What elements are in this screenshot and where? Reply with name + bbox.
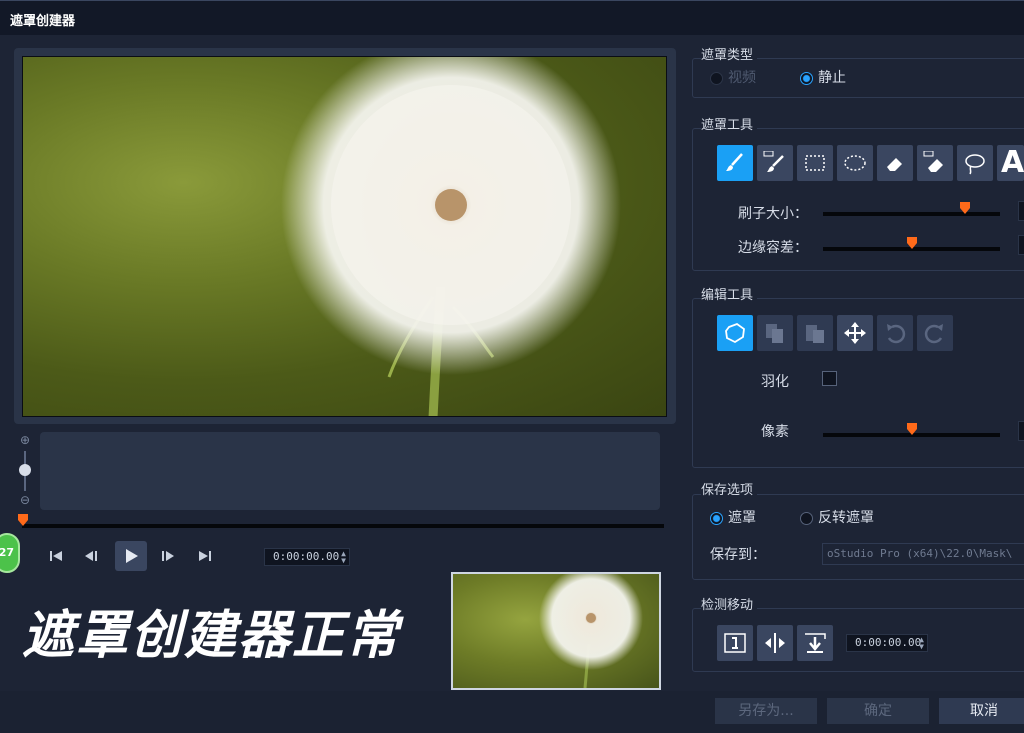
detect-motion-timecode[interactable]: 0:00:00.00 ▲ ▼ [846,634,928,652]
rect-select-icon[interactable] [797,145,833,181]
paste-icon[interactable] [797,315,833,351]
text-tool-glyph: A [1001,145,1024,180]
skip-start-icon[interactable] [42,542,70,570]
timecode-spinner-icon[interactable]: ▲ ▼ [341,550,346,565]
preview-frame [14,48,676,424]
zoom-slider-knob[interactable] [19,464,31,476]
dandelion-photo [23,57,666,416]
pixel-value-box[interactable] [1018,421,1024,441]
undo-icon[interactable] [877,315,913,351]
dandelion-illustration [281,57,621,416]
thumbnail-photo [453,574,659,688]
scrub-bar[interactable] [22,524,664,528]
play-icon[interactable] [115,541,147,571]
save-options-title: 保存选项 [701,479,758,498]
brush-size-slider[interactable] [823,202,1000,216]
save-to-label: 保存到： [710,547,766,563]
zoom-in-icon[interactable]: ⊕ [18,433,32,447]
text-tool-icon[interactable]: A [997,145,1024,181]
edge-tolerance-value-box[interactable] [1018,235,1024,255]
detect-timecode-spinner-icon[interactable]: ▲ ▼ [919,636,924,651]
edge-tolerance-label: 边缘容差： [738,240,808,256]
mask-type-video-radio[interactable]: 视频 [710,69,756,87]
preview-timecode[interactable]: 0:00:00.00 ▲ ▼ [264,548,350,566]
save-invert-mask-label: 反转遮罩 [818,510,874,526]
mask-creator-window: 遮罩创建器 ⊕ ⊖ 27 0:00:00.00 ▲ ▼ 遮罩创建器正常 遮罩类型… [0,0,1024,733]
playhead-marker-icon[interactable] [17,514,29,526]
move-icon[interactable] [837,315,873,351]
detect-frame-icon[interactable] [717,625,753,661]
save-invert-mask-radio[interactable]: 反转遮罩 [800,509,874,527]
detect-motion-title: 检测移动 [701,594,758,613]
edit-tools-title: 编辑工具 [701,284,758,303]
brush-size-label: 刷子大小： [738,206,808,222]
mask-type-video-label: 视频 [728,70,756,86]
mask-type-still-radio[interactable]: 静止 [800,69,846,87]
keyframe-thumbnail[interactable] [451,572,661,690]
brush-size-value-box[interactable] [1018,201,1024,221]
mask-tools-title: 遮罩工具 [701,114,758,133]
title-bar: 遮罩创建器 [0,1,1024,35]
brush-icon[interactable] [717,145,753,181]
feather-label: 羽化 [761,374,789,390]
timeline-track[interactable] [40,432,660,510]
save-as-button[interactable]: 另存为... [715,698,817,724]
preview-timecode-value: 0:00:00.00 [273,550,340,563]
preview-caption: 遮罩创建器正常 [22,605,401,666]
feather-checkbox[interactable] [822,371,837,386]
timeline-zoom: ⊕ ⊖ [17,433,33,509]
detect-down-icon[interactable] [797,625,833,661]
save-mask-radio[interactable]: 遮罩 [710,509,756,527]
cancel-button[interactable]: 取消 [939,698,1024,724]
thumbnail-dandelion [539,574,643,688]
pixel-slider[interactable] [823,423,1000,437]
mask-type-title: 遮罩类型 [701,44,758,63]
pixel-knob[interactable] [906,423,918,435]
ellipse-select-icon[interactable] [837,145,873,181]
lasso-icon[interactable] [957,145,993,181]
smart-eraser-icon[interactable] [917,145,953,181]
brush-size-knob[interactable] [959,202,971,214]
mask-type-still-label: 静止 [818,70,846,86]
edge-tolerance-knob[interactable] [906,237,918,249]
save-options-section [692,494,1024,580]
step-forward-icon[interactable] [154,542,182,570]
smart-brush-icon[interactable] [757,145,793,181]
eraser-icon[interactable] [877,145,913,181]
pixel-label: 像素 [761,424,789,440]
zoom-out-icon[interactable]: ⊖ [18,493,32,507]
redo-icon[interactable] [917,315,953,351]
skip-end-icon[interactable] [191,542,219,570]
preview-canvas[interactable] [22,56,667,417]
edge-tolerance-slider[interactable] [823,237,1000,251]
auto-outline-icon[interactable] [717,315,753,351]
step-back-icon[interactable] [77,542,105,570]
detect-split-icon[interactable] [757,625,793,661]
save-path-field[interactable]: oStudio Pro (x64)\22.0\Mask\ [822,543,1024,565]
save-mask-label: 遮罩 [728,510,756,526]
ok-button[interactable]: 确定 [827,698,929,724]
window-title: 遮罩创建器 [10,14,76,29]
detect-motion-timecode-value: 0:00:00.00 [855,636,922,649]
copy-icon[interactable] [757,315,793,351]
